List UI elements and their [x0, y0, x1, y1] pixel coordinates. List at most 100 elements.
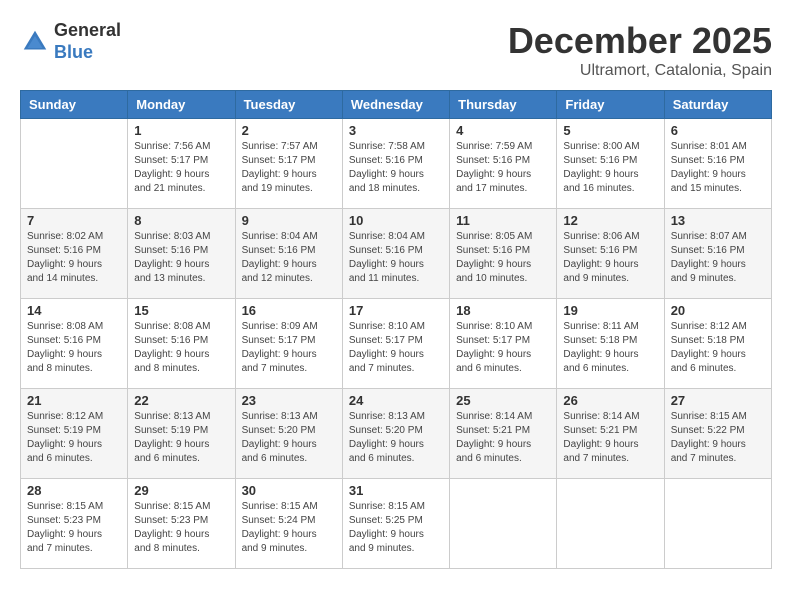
day-number: 6 — [671, 123, 765, 138]
day-info: Sunrise: 8:15 AM Sunset: 5:22 PM Dayligh… — [671, 410, 765, 466]
calendar-week-row: 1 Sunrise: 7:56 AM Sunset: 5:17 PM Daylig… — [21, 119, 772, 209]
day-number: 26 — [563, 393, 657, 408]
calendar-cell: 21Sunrise: 8:12 AM Sunset: 5:19 PM Dayli… — [21, 389, 128, 479]
logo-general-text: General — [54, 20, 121, 42]
day-number: 3 — [349, 123, 443, 138]
day-number: 12 — [563, 213, 657, 228]
calendar-cell — [664, 479, 771, 569]
day-info: Sunrise: 8:04 AM Sunset: 5:16 PM Dayligh… — [349, 230, 443, 286]
calendar-cell: 14Sunrise: 8:08 AM Sunset: 5:16 PM Dayli… — [21, 299, 128, 389]
day-number: 13 — [671, 213, 765, 228]
day-info: Sunrise: 8:15 AM Sunset: 5:25 PM Dayligh… — [349, 500, 443, 556]
calendar-cell: 4Sunrise: 7:59 AM Sunset: 5:16 PM Daylig… — [450, 119, 557, 209]
day-number: 28 — [27, 483, 121, 498]
calendar-cell: 3 Sunrise: 7:58 AM Sunset: 5:16 PM Daylig… — [342, 119, 449, 209]
calendar-cell: 29 Sunrise: 8:15 AM Sunset: 5:23 PM Dayli… — [128, 479, 235, 569]
day-header-sunday: Sunday — [21, 91, 128, 119]
calendar-cell: 20Sunrise: 8:12 AM Sunset: 5:18 PM Dayli… — [664, 299, 771, 389]
calendar-cell: 31 Sunrise: 8:15 AM Sunset: 5:25 PM Dayli… — [342, 479, 449, 569]
day-number: 15 — [134, 303, 228, 318]
calendar-cell: 18 Sunrise: 8:10 AM Sunset: 5:17 PM Dayli… — [450, 299, 557, 389]
calendar-cell: 26 Sunrise: 8:14 AM Sunset: 5:21 PM Dayli… — [557, 389, 664, 479]
day-info: Sunrise: 8:08 AM Sunset: 5:16 PM Dayligh… — [134, 320, 228, 376]
day-number: 27 — [671, 393, 765, 408]
day-info: Sunrise: 8:10 AM Sunset: 5:17 PM Dayligh… — [456, 320, 550, 376]
location-text: Ultramort, Catalonia, Spain — [508, 62, 772, 80]
day-info: Sunrise: 7:56 AM Sunset: 5:17 PM Dayligh… — [134, 140, 228, 196]
logo-blue-text: Blue — [54, 42, 121, 64]
day-info: Sunrise: 8:10 AM Sunset: 5:17 PM Dayligh… — [349, 320, 443, 376]
day-info: Sunrise: 8:02 AM Sunset: 5:16 PM Dayligh… — [27, 230, 121, 286]
calendar-cell: 30 Sunrise: 8:15 AM Sunset: 5:24 PM Dayli… — [235, 479, 342, 569]
day-info: Sunrise: 8:14 AM Sunset: 5:21 PM Dayligh… — [563, 410, 657, 466]
calendar-week-row: 14 Sunrise: 8:08 AM Sunset: 5:16 PM Dayli… — [21, 299, 772, 389]
calendar-cell: 2Sunrise: 7:57 AM Sunset: 5:17 PM Daylig… — [235, 119, 342, 209]
day-info: Sunrise: 8:11 AM Sunset: 5:18 PM Dayligh… — [563, 320, 657, 376]
day-info: Sunrise: 8:09 AM Sunset: 5:17 PM Dayligh… — [242, 320, 336, 376]
day-number: 25 — [456, 393, 550, 408]
day-info: Sunrise: 8:07 AM Sunset: 5:16 PM Dayligh… — [671, 230, 765, 286]
day-header-tuesday: Tuesday — [235, 91, 342, 119]
logo-text: General Blue — [54, 20, 121, 63]
day-number: 14 — [27, 303, 121, 318]
calendar-cell: 19 Sunrise: 8:11 AM Sunset: 5:18 PM Dayli… — [557, 299, 664, 389]
day-header-wednesday: Wednesday — [342, 91, 449, 119]
calendar-cell: 16Sunrise: 8:09 AM Sunset: 5:17 PM Dayli… — [235, 299, 342, 389]
calendar-cell: 28 Sunrise: 8:15 AM Sunset: 5:23 PM Dayli… — [21, 479, 128, 569]
day-info: Sunrise: 8:15 AM Sunset: 5:23 PM Dayligh… — [27, 500, 121, 556]
day-number: 19 — [563, 303, 657, 318]
day-info: Sunrise: 8:05 AM Sunset: 5:16 PM Dayligh… — [456, 230, 550, 286]
day-info: Sunrise: 7:58 AM Sunset: 5:16 PM Dayligh… — [349, 140, 443, 196]
day-header-monday: Monday — [128, 91, 235, 119]
day-info: Sunrise: 8:06 AM Sunset: 5:16 PM Dayligh… — [563, 230, 657, 286]
logo-icon — [20, 27, 50, 57]
day-info: Sunrise: 8:01 AM Sunset: 5:16 PM Dayligh… — [671, 140, 765, 196]
logo: General Blue — [20, 20, 121, 63]
day-header-saturday: Saturday — [664, 91, 771, 119]
day-info: Sunrise: 8:13 AM Sunset: 5:20 PM Dayligh… — [242, 410, 336, 466]
calendar-cell: 13 Sunrise: 8:07 AM Sunset: 5:16 PM Dayli… — [664, 209, 771, 299]
calendar-cell: 15 Sunrise: 8:08 AM Sunset: 5:16 PM Dayli… — [128, 299, 235, 389]
day-number: 30 — [242, 483, 336, 498]
calendar-cell: 17 Sunrise: 8:10 AM Sunset: 5:17 PM Dayli… — [342, 299, 449, 389]
day-number: 10 — [349, 213, 443, 228]
day-number: 18 — [456, 303, 550, 318]
day-number: 8 — [134, 213, 228, 228]
day-info: Sunrise: 8:00 AM Sunset: 5:16 PM Dayligh… — [563, 140, 657, 196]
day-number: 2 — [242, 123, 336, 138]
day-number: 29 — [134, 483, 228, 498]
day-info: Sunrise: 8:15 AM Sunset: 5:24 PM Dayligh… — [242, 500, 336, 556]
day-number: 7 — [27, 213, 121, 228]
day-number: 23 — [242, 393, 336, 408]
calendar-cell: 27 Sunrise: 8:15 AM Sunset: 5:22 PM Dayli… — [664, 389, 771, 479]
calendar-cell: 6 Sunrise: 8:01 AM Sunset: 5:16 PM Daylig… — [664, 119, 771, 209]
calendar-cell: 7 Sunrise: 8:02 AM Sunset: 5:16 PM Daylig… — [21, 209, 128, 299]
day-info: Sunrise: 8:03 AM Sunset: 5:16 PM Dayligh… — [134, 230, 228, 286]
calendar-cell: 23 Sunrise: 8:13 AM Sunset: 5:20 PM Dayli… — [235, 389, 342, 479]
day-info: Sunrise: 8:15 AM Sunset: 5:23 PM Dayligh… — [134, 500, 228, 556]
day-number: 5 — [563, 123, 657, 138]
day-number: 9 — [242, 213, 336, 228]
day-number: 20 — [671, 303, 765, 318]
day-number: 17 — [349, 303, 443, 318]
calendar-week-row: 21Sunrise: 8:12 AM Sunset: 5:19 PM Dayli… — [21, 389, 772, 479]
title-section: December 2025 Ultramort, Catalonia, Spai… — [508, 20, 772, 80]
day-number: 24 — [349, 393, 443, 408]
calendar-week-row: 28 Sunrise: 8:15 AM Sunset: 5:23 PM Dayli… — [21, 479, 772, 569]
calendar-cell: 8 Sunrise: 8:03 AM Sunset: 5:16 PM Daylig… — [128, 209, 235, 299]
calendar-cell: 10 Sunrise: 8:04 AM Sunset: 5:16 PM Dayli… — [342, 209, 449, 299]
calendar-header-row: SundayMondayTuesdayWednesdayThursdayFrid… — [21, 91, 772, 119]
calendar-cell — [21, 119, 128, 209]
day-number: 31 — [349, 483, 443, 498]
day-number: 11 — [456, 213, 550, 228]
calendar-week-row: 7 Sunrise: 8:02 AM Sunset: 5:16 PM Daylig… — [21, 209, 772, 299]
day-number: 1 — [134, 123, 228, 138]
day-info: Sunrise: 8:14 AM Sunset: 5:21 PM Dayligh… — [456, 410, 550, 466]
calendar-cell — [557, 479, 664, 569]
day-info: Sunrise: 7:59 AM Sunset: 5:16 PM Dayligh… — [456, 140, 550, 196]
calendar-cell: 25 Sunrise: 8:14 AM Sunset: 5:21 PM Dayli… — [450, 389, 557, 479]
day-info: Sunrise: 8:13 AM Sunset: 5:20 PM Dayligh… — [349, 410, 443, 466]
calendar-cell: 12 Sunrise: 8:06 AM Sunset: 5:16 PM Dayli… — [557, 209, 664, 299]
day-number: 21 — [27, 393, 121, 408]
calendar-cell: 22Sunrise: 8:13 AM Sunset: 5:19 PM Dayli… — [128, 389, 235, 479]
